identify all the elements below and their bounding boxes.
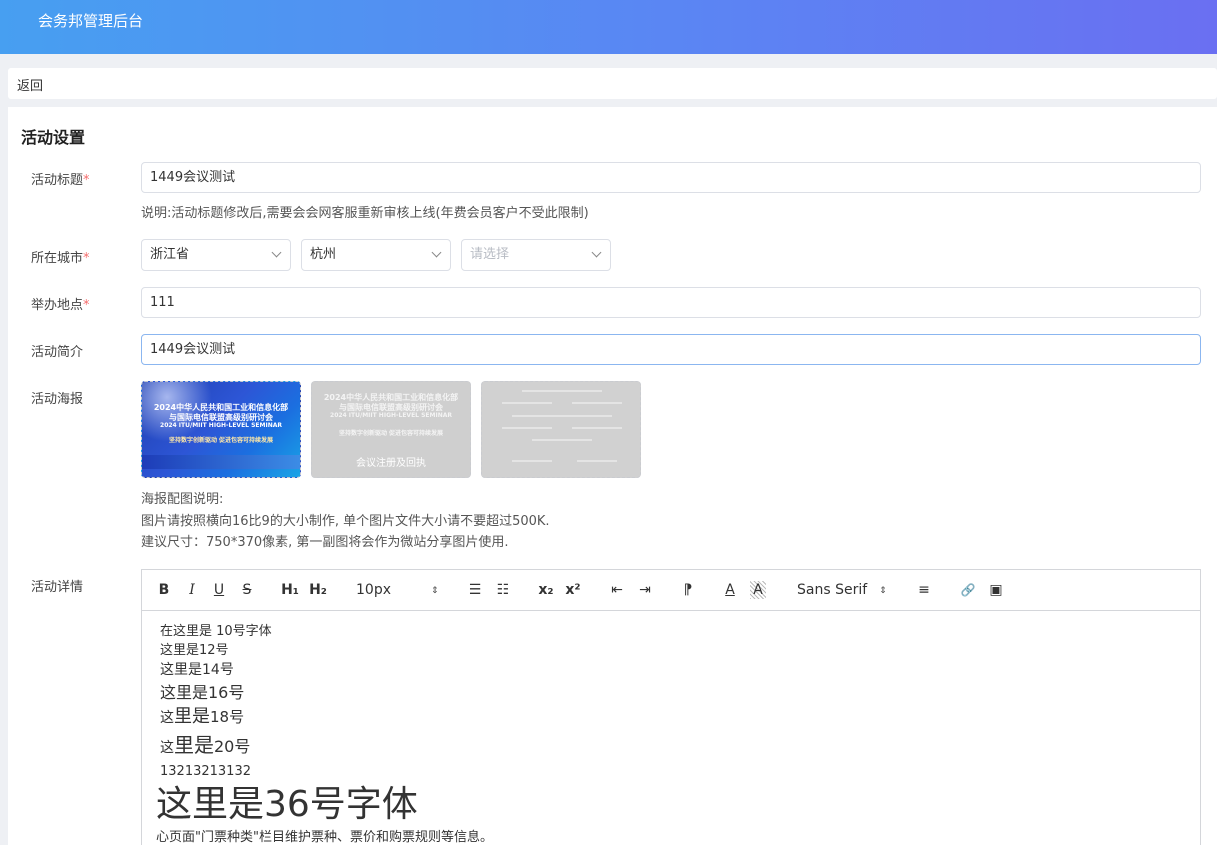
intro-label: 活动简介 [31, 345, 84, 360]
title-hint: 说明:活动标题修改后,需要会会网客服重新审核上线(年费会员客户不受此限制) [141, 206, 589, 221]
settings-panel: 活动设置 活动标题* 1449会议测试 说明:活动标题修改后,需要会会网客服重新… [8, 107, 1217, 845]
poster-band [142, 455, 300, 469]
location-input[interactable]: 111 [141, 287, 1201, 318]
poster-image-1[interactable]: 2024中华人民共和国工业和信息化部 与国际电信联盟高级别研讨会 2024 IT… [141, 381, 301, 478]
content-line: 这里是14号 [160, 662, 234, 678]
poster-line-decor [512, 460, 552, 462]
location-label: 举办地点* [31, 298, 90, 313]
font-size-value: 10px [356, 582, 391, 598]
poster-register-text: 会议注册及回执 [356, 458, 426, 469]
required-mark: * [83, 173, 90, 188]
font-family-value: Sans Serif [797, 582, 868, 598]
chevron-down-icon [271, 247, 282, 258]
province-select[interactable]: 浙江省 [141, 239, 291, 271]
title-input[interactable]: 1449会议测试 [141, 162, 1201, 193]
superscript-button[interactable]: x² [564, 581, 582, 599]
poster-label: 活动海报 [31, 392, 84, 407]
indent-button[interactable]: ⇥ [636, 581, 654, 599]
font-color-button[interactable]: A [722, 581, 738, 599]
editor-toolbar: B I U S H₁ H₂ 10px ⇕ ☰ ☷ x₂ x² ⇤ ⇥ ⁋ A A … [142, 570, 1200, 611]
poster-line: 2024 ITU/MIIT HIGH-LEVEL SEMINAR [160, 422, 282, 429]
poster-line-decor [522, 390, 602, 392]
poster-image-2[interactable]: 2024中华人民共和国工业和信息化部 与国际电信联盟高级别研讨会 2024 IT… [311, 381, 471, 478]
rich-text-editor[interactable]: B I U S H₁ H₂ 10px ⇕ ☰ ☷ x₂ x² ⇤ ⇥ ⁋ A A … [141, 569, 1201, 845]
strikethrough-button[interactable]: S [240, 581, 254, 599]
updown-icon: ⇕ [879, 586, 887, 596]
poster-line-decor [572, 427, 622, 429]
content-line: 这里是36号字体 [156, 784, 418, 825]
intro-input[interactable]: 1449会议测试 [141, 334, 1201, 365]
poster-note-line2: 建议尺寸：750*370像素, 第一副图将会作为微站分享图片使用. [141, 535, 509, 550]
poster-line: 坚持数字创新驱动 促进包容可持续发展 [168, 437, 274, 444]
content-line: 这里是16号 [160, 683, 245, 702]
text-direction-button[interactable]: ⁋ [679, 581, 697, 599]
chevron-down-icon [591, 247, 602, 258]
poster-line-decor [512, 415, 612, 417]
updown-icon: ⇕ [431, 586, 439, 596]
poster-note-title: 海报配图说明: [141, 492, 224, 507]
bullet-list-button[interactable]: ☷ [495, 581, 511, 599]
content-line: 这里是12号 [160, 643, 229, 658]
back-bar: 返回 [8, 68, 1217, 99]
province-value: 浙江省 [150, 247, 190, 262]
content-line: 这里是20号 [160, 733, 251, 757]
bold-button[interactable]: B [157, 581, 171, 599]
section-title: 活动设置 [21, 128, 86, 147]
app-title: 会务邦管理后台 [38, 12, 144, 30]
content-line: 这里是18号 [160, 706, 245, 727]
back-link[interactable]: 返回 [17, 75, 43, 94]
poster-line: 坚持数字创新驱动 促进包容可持续发展 [338, 430, 444, 437]
poster-line-decor [532, 439, 592, 441]
heading2-button[interactable]: H₂ [308, 581, 328, 599]
editor-content[interactable]: 在这里是 10号字体 这里是12号 这里是14号 这里是16号 这里是18号 这… [156, 622, 493, 845]
italic-button[interactable]: I [185, 581, 199, 599]
content-line: 心页面"门票种类"栏目维护票种、票价和购票规则等信息。 [156, 830, 493, 845]
district-placeholder: 请选择 [470, 247, 510, 262]
poster-line-decor [572, 402, 622, 404]
font-size-select[interactable]: 10px ⇕ [356, 581, 444, 599]
top-header-bar: 会务邦管理后台 [0, 0, 1217, 54]
poster-line-decor [577, 460, 617, 462]
content-line: 13213213132 [160, 764, 251, 779]
poster-note-line1: 图片请按照横向16比9的大小制作, 单个图片文件大小请不要超过500K. [141, 514, 550, 529]
content-line: 在这里是 10号字体 [160, 624, 272, 639]
chevron-down-icon [431, 247, 442, 258]
city-label: 所在城市* [31, 251, 90, 266]
ordered-list-button[interactable]: ☰ [467, 581, 483, 599]
poster-line-decor [502, 402, 552, 404]
required-mark: * [83, 251, 90, 266]
align-button[interactable]: ≡ [916, 581, 932, 599]
image-icon[interactable]: ▣ [987, 581, 1005, 599]
underline-button[interactable]: U [212, 581, 226, 599]
required-mark: * [83, 298, 90, 313]
subscript-button[interactable]: x₂ [537, 581, 555, 599]
link-icon[interactable]: 🔗 [959, 581, 977, 599]
city-value: 杭州 [310, 247, 337, 262]
detail-label: 活动详情 [31, 580, 84, 595]
heading1-button[interactable]: H₁ [280, 581, 300, 599]
title-label: 活动标题* [31, 173, 90, 188]
outdent-button[interactable]: ⇤ [608, 581, 626, 599]
poster-line: 2024 ITU/MIIT HIGH-LEVEL SEMINAR [330, 412, 452, 419]
poster-line-decor [502, 427, 552, 429]
city-select[interactable]: 杭州 [301, 239, 451, 271]
background-color-button[interactable]: A [750, 581, 766, 599]
font-family-select[interactable]: Sans Serif ⇕ [797, 581, 897, 599]
district-select[interactable]: 请选择 [461, 239, 611, 271]
poster-image-3[interactable] [481, 381, 641, 478]
